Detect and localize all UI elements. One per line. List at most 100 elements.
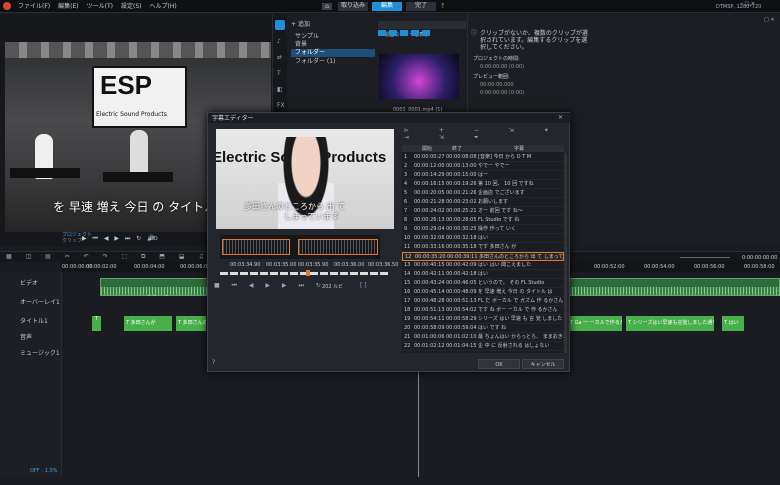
- view-grid-icon[interactable]: [378, 30, 386, 36]
- subtitle-row[interactable]: 6 00:00:21:28 00:00:23:02 お願いします: [402, 198, 564, 207]
- row-index: 17: [404, 298, 411, 304]
- row-index: 9: [404, 226, 408, 232]
- dialog-waveform[interactable]: [220, 235, 380, 259]
- row-text: やでー やでー: [478, 163, 510, 169]
- view-list-icon[interactable]: [389, 30, 397, 36]
- track-voice[interactable]: 音声: [20, 334, 32, 341]
- options-window-controls[interactable]: □ ✕: [764, 17, 775, 23]
- tab-share[interactable]: 完了: [406, 2, 436, 11]
- menu-edit[interactable]: 編集(E): [58, 3, 78, 10]
- dialog-scrub[interactable]: [220, 270, 390, 276]
- subtitle-row[interactable]: 1 00:00:00:27 00:00:08:08 [音楽] 今日 から O T M: [402, 153, 564, 162]
- track-overlay[interactable]: オーバーレイ1: [20, 299, 60, 306]
- subtitle-row[interactable]: 20 00:00:58:09 00:00:59:04 はい です ね: [402, 324, 564, 333]
- project-duration: 0:00:00:00 (0:00): [480, 64, 525, 70]
- dialog-playback: ■ ⏮ ◀ ▶ ▶ ⏭ ↻ 202 ルビ [ ]: [212, 281, 392, 291]
- library-item-folder1[interactable]: フォルダー (1): [295, 58, 335, 65]
- row-start: 00:01:02:12: [414, 343, 445, 349]
- play-controls[interactable]: ▶ ⏮ ◀ ▶ ⏭ ↻ 🔊: [82, 235, 157, 242]
- timeline-timecode: 0:00:00:00:00: [742, 255, 778, 261]
- ok-button[interactable]: OK: [478, 359, 520, 369]
- library-item-sample[interactable]: サンプル: [295, 33, 319, 40]
- mode-clip[interactable]: クリップ: [62, 238, 82, 244]
- table-tools[interactable]: ⊳ + − ⇲ ✦ ⇥ ⇲ ⏷: [404, 127, 564, 141]
- col-subtitle: 字幕: [514, 146, 525, 152]
- row-text: 最 ちょんはい からっとら、 ままおきまましょす...: [478, 334, 564, 340]
- bottom-status: OFF - 1.0%: [30, 468, 58, 474]
- tab-capture[interactable]: 取り込み: [338, 2, 368, 11]
- row-text: はい: [478, 271, 489, 277]
- subtitle-row[interactable]: 18 00:00:51:13 00:00:54:02 です ね ボー ーカル で 作 …: [402, 306, 564, 315]
- subtitle-row[interactable]: 13 00:00:40:15 00:00:42:09 はい はい 聞こえました: [402, 261, 564, 270]
- title-clip-0[interactable]: T: [92, 316, 101, 331]
- filter-icon[interactable]: FX: [277, 102, 285, 109]
- subtitle-row[interactable]: 17 00:00:48:28 00:00:51:13 FL だ ボーカル で ガズム …: [402, 297, 564, 306]
- dialog-scrub-handle[interactable]: [306, 270, 310, 276]
- hd-badge[interactable]: HD: [150, 236, 158, 242]
- home-icon[interactable]: ⌂: [322, 3, 332, 10]
- media-icon[interactable]: [275, 20, 285, 30]
- row-index: 10: [404, 235, 411, 241]
- library-thumbnail[interactable]: [379, 54, 459, 99]
- subtitle-row[interactable]: 16 00:00:45:14 00:00:48:09 を 早速 増え 今日 の タイト…: [402, 288, 564, 297]
- subtitle-row[interactable]: 2 00:00:12:00 00:00:13:00 やでー やでー: [402, 162, 564, 171]
- subtitle-row[interactable]: 14 00:00:42:11 00:00:42:18 はい: [402, 270, 564, 279]
- track-video[interactable]: ビデオ: [20, 280, 38, 287]
- subtitle-row[interactable]: 10 00:00:32:06 00:00:32:18 はい: [402, 234, 564, 243]
- view-photo-icon[interactable]: [411, 30, 419, 36]
- upload-icon[interactable]: ↑: [440, 2, 446, 10]
- subtitle-row[interactable]: 4 00:00:16:15 00:00:19:26 第 10 回、 10 回 ですね: [402, 180, 564, 189]
- zoom-slider[interactable]: [680, 257, 730, 258]
- subtitle-row[interactable]: 21 00:01:00:06 00:01:02:10 最 ちょんはい からっとら、 ま…: [402, 333, 564, 342]
- menu-settings[interactable]: 設定(S): [121, 3, 142, 10]
- subtitle-row[interactable]: 5 00:00:20:05 00:00:21:26 企画店 でございます: [402, 189, 564, 198]
- track-music[interactable]: ミュージック1: [20, 350, 60, 357]
- mark-in-out[interactable]: [ ]: [360, 282, 367, 289]
- dialog-play-controls[interactable]: ■ ⏮ ◀ ▶ ▶ ⏭ ↻: [214, 282, 326, 289]
- help-icon[interactable]: ?: [212, 359, 215, 366]
- view-audio-icon[interactable]: [422, 30, 430, 36]
- wave-time-2: 00:03:35.90: [298, 262, 329, 268]
- subtitle-row[interactable]: 7 00:00:24:02 00:00:25:21 オー 前回 です ね～: [402, 207, 564, 216]
- title-clip-5[interactable]: T はい: [722, 316, 744, 331]
- row-start: 00:00:58:09: [414, 325, 445, 331]
- ruler-r2: 00:00:56:00: [694, 264, 725, 270]
- subtitle-row[interactable]: 19 00:00:54:11 00:00:58:29 シリーズ はい 早速 も 言 覚…: [402, 315, 564, 324]
- dialog-close-icon[interactable]: ✕: [558, 114, 563, 121]
- view-video-icon[interactable]: [400, 30, 408, 36]
- library-view-dropdown[interactable]: 現在のビューを表示: [378, 21, 466, 38]
- preview-in: 00:00:00.000: [480, 82, 514, 88]
- add-folder-button[interactable]: + 追加: [291, 21, 310, 28]
- subtitle-row[interactable]: 9 00:00:29:04 00:00:30:25 操作 作って いく: [402, 225, 564, 234]
- cancel-button[interactable]: キャンセル: [522, 359, 564, 369]
- graphics-icon[interactable]: ◧: [277, 86, 283, 93]
- menu-help[interactable]: ヘルプ(H): [149, 3, 176, 10]
- track-title[interactable]: タイトル1: [20, 318, 48, 325]
- row-end: 00:01:02:10: [446, 334, 477, 340]
- audio-icon[interactable]: ♪: [277, 38, 281, 45]
- library-item-background[interactable]: 背景: [295, 41, 307, 48]
- menu-file[interactable]: ファイル(F): [18, 3, 50, 10]
- row-index: 11: [404, 244, 411, 250]
- transition-icon[interactable]: ⇄: [277, 54, 282, 61]
- row-start: 00:00:24:02: [414, 208, 445, 214]
- title-clip-1[interactable]: T 多田さんが: [124, 316, 172, 331]
- window-controls[interactable]: ─ □ ✕: [740, 1, 755, 7]
- row-text: はい はい 聞こえました: [478, 262, 532, 268]
- col-end: 終了: [452, 146, 463, 152]
- tab-edit[interactable]: 編集: [372, 2, 402, 11]
- subtitle-row[interactable]: 3 00:00:14:29 00:00:15:00 はー: [402, 171, 564, 180]
- menu-tools[interactable]: ツール(T): [87, 3, 113, 10]
- subtitle-row[interactable]: 15 00:00:43:24 00:00:46:05 というので。 その FL Stu…: [402, 279, 564, 288]
- title-clip-4[interactable]: T シリーズはい早速も言覚しました通りやっ: [626, 316, 714, 331]
- subtitle-row[interactable]: 11 00:00:33:16 00:00:35:18 です 多田さん が: [402, 243, 564, 252]
- ruler-3: 00:00:06:00: [180, 264, 211, 270]
- subtitle-row[interactable]: 22 00:01:02:12 00:01:04:15 企 中 に 反射される はしょな…: [402, 342, 564, 351]
- title-icon[interactable]: T: [277, 70, 281, 77]
- subtitle-row[interactable]: 8 00:00:26:13 00:00:28:05 FL Studio です ね: [402, 216, 564, 225]
- library-item-folder[interactable]: フォルダー: [291, 49, 375, 57]
- table-scrollbar[interactable]: [564, 153, 567, 353]
- title-clip-3[interactable]: T Ga 一 ーカルで作るかさん: [568, 316, 622, 331]
- subtitle-row[interactable]: 12 00:00:35:20 00:00:39:11 多田さんのところから 出 て し…: [402, 252, 564, 261]
- title-clip-2[interactable]: T 多田さんの: [176, 316, 206, 331]
